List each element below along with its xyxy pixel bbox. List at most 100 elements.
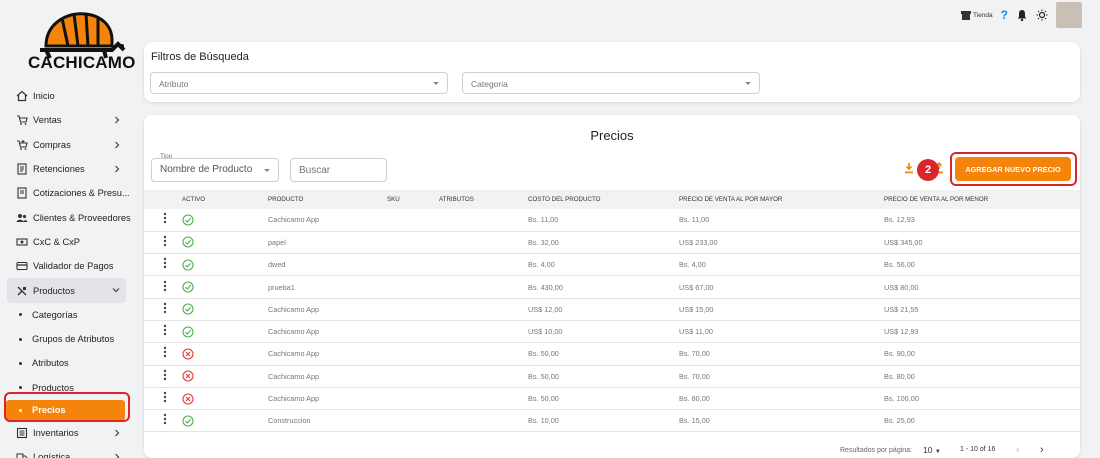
check-circle-icon — [182, 214, 194, 226]
active-status-cell — [182, 275, 268, 299]
kebab-menu-icon[interactable] — [163, 413, 167, 425]
active-status-cell — [182, 298, 268, 321]
cell-menor: US$ 12,93 — [884, 320, 1080, 344]
kebab-menu-icon[interactable] — [163, 212, 167, 224]
cell-mayor: US$ 15,00 — [679, 298, 884, 321]
active-status-cell — [182, 342, 268, 366]
prev-page-icon[interactable]: ‹ — [1016, 444, 1020, 456]
help-icon[interactable]: ? — [1001, 8, 1008, 22]
sidebar-item-categorias[interactable]: Categorías — [0, 303, 136, 327]
column-header-activo[interactable]: ACTIVO — [182, 190, 268, 209]
cell-mayor: Bs. 80,00 — [679, 387, 884, 411]
cell-atributos — [439, 409, 528, 433]
prices-table: ACTIVO PRODUCTO SKU ATRIBUTOS COSTO DEL … — [144, 190, 1080, 433]
kebab-menu-icon[interactable] — [163, 235, 167, 247]
cell-menor: US$ 345,00 — [884, 231, 1080, 255]
kebab-menu-icon[interactable] — [163, 257, 167, 269]
pagination-range: 1 - 10 of 16 — [960, 446, 996, 453]
row-menu-cell — [144, 253, 182, 277]
cell-costo: Bs. 10,00 — [528, 409, 679, 433]
chevron-down-icon — [112, 288, 120, 293]
chevron-down-icon — [745, 82, 751, 85]
chevron-down-icon — [433, 82, 439, 85]
sidebar-item-validador-de-pagos[interactable]: Validador de Pagos — [0, 254, 136, 278]
sidebar-item-inventarios[interactable]: Inventarios — [0, 421, 136, 445]
sidebar-item-cxc-cxp[interactable]: CxC & CxP — [0, 230, 136, 254]
chevron-right-icon — [115, 429, 120, 437]
cell-atributos — [439, 209, 528, 232]
sidebar-item-atributos[interactable]: Atributos — [0, 351, 136, 375]
sidebar-item-label: Validador de Pagos — [33, 261, 114, 272]
sidebar-item-label: CxC & CxP — [33, 236, 81, 247]
kebab-menu-icon[interactable] — [163, 391, 167, 403]
cell-atributos — [439, 253, 528, 277]
column-header-menor[interactable]: PRECIO DE VENTA AL POR MENOR — [884, 190, 1080, 209]
bell-icon[interactable] — [1016, 9, 1028, 21]
sidebar-item-logistica[interactable]: Logística — [0, 445, 136, 458]
sidebar-item-label: Clientes & Proveedores — [33, 212, 131, 223]
cell-menor: Bs. 90,00 — [884, 342, 1080, 366]
sidebar-item-ventas[interactable]: Ventas — [0, 108, 136, 132]
cell-menor: Bs. 100,00 — [884, 387, 1080, 411]
theme-sun-icon[interactable] — [1036, 9, 1048, 21]
sidebar-item-productos[interactable]: Productos — [7, 278, 126, 303]
add-price-button[interactable]: AGREGAR NUEVO PRECIO — [955, 157, 1071, 181]
sidebar-item-cotizaciones-presu[interactable]: Cotizaciones & Presu... — [0, 181, 136, 205]
document-icon — [17, 163, 27, 175]
column-header-actions — [144, 190, 182, 209]
table-header-row: ACTIVO PRODUCTO SKU ATRIBUTOS COSTO DEL … — [144, 190, 1080, 209]
sidebar-item-grupos-de-atributos[interactable]: Grupos de Atributos — [0, 327, 136, 351]
cell-sku — [387, 298, 439, 321]
column-header-sku[interactable]: SKU — [387, 190, 439, 209]
column-header-costo[interactable]: COSTO DEL PRODUCTO — [528, 190, 679, 209]
kebab-menu-icon[interactable] — [163, 369, 167, 381]
check-circle-icon — [182, 236, 194, 248]
cell-producto: prueba1 — [268, 275, 387, 299]
sidebar-item-label: Atributos — [32, 358, 69, 369]
chevron-right-icon — [115, 453, 120, 458]
next-page-icon[interactable]: › — [1040, 444, 1044, 456]
cell-producto: Cachicamo App — [268, 342, 387, 366]
table-row: Cachicamo App Bs. 50,00 Bs. 80,00 Bs. 100,0… — [144, 387, 1080, 411]
tipo-select[interactable]: Nombre de Producto — [151, 158, 279, 182]
kebab-menu-icon[interactable] — [163, 346, 167, 358]
column-header-atributos[interactable]: ATRIBUTOS — [439, 190, 528, 209]
kebab-menu-icon[interactable] — [163, 302, 167, 314]
column-header-producto[interactable]: PRODUCTO — [268, 190, 387, 209]
sidebar-item-clientes-proveedores[interactable]: Clientes & Proveedores — [0, 205, 136, 229]
cell-producto: dwed — [268, 253, 387, 277]
sidebar-item-label: Inventarios — [33, 428, 79, 438]
tipo-value: Nombre de Producto — [160, 164, 253, 175]
store-link[interactable]: Tienda — [961, 10, 993, 20]
kebab-menu-icon[interactable] — [163, 280, 167, 292]
sidebar-item-label: Cotizaciones & Presu... — [33, 188, 130, 199]
avatar[interactable] — [1056, 2, 1082, 28]
categoria-select[interactable]: Categoria — [462, 72, 760, 94]
cell-sku — [387, 320, 439, 344]
sidebar-item-label: Logística — [33, 452, 71, 458]
atributo-select[interactable]: Atributo — [150, 72, 448, 94]
cell-costo: Bs. 430,00 — [528, 275, 679, 299]
table-row: Construccion Bs. 10,00 Bs. 15,00 Bs. 25,00 — [144, 409, 1080, 433]
cell-costo: Bs. 50,00 — [528, 365, 679, 388]
pagination: Resultados por página: 10 ▼ 1 - 10 of 16… — [840, 444, 1080, 458]
cell-costo: US$ 12,00 — [528, 298, 679, 321]
column-header-mayor[interactable]: PRECIO DE VENTA AL POR MAYOR — [679, 190, 884, 209]
row-menu-cell — [144, 409, 182, 433]
kebab-menu-icon[interactable] — [163, 324, 167, 336]
money-icon — [16, 238, 28, 246]
table-row: Cachicamo App Bs. 50,00 Bs. 70,00 Bs. 90,00 — [144, 342, 1080, 366]
cell-costo: Bs. 50,00 — [528, 387, 679, 411]
sidebar-item-retenciones[interactable]: Retenciones — [0, 157, 136, 181]
table-row: Cachicamo App Bs. 50,00 Bs. 70,00 Bs. 80,00 — [144, 365, 1080, 388]
search-input[interactable] — [290, 158, 387, 182]
sidebar-item-compras[interactable]: Compras — [0, 133, 136, 157]
cart-icon — [17, 115, 28, 126]
bullet-icon — [19, 313, 22, 317]
check-circle-icon — [182, 326, 194, 338]
download-icon[interactable] — [904, 162, 914, 174]
cell-sku — [387, 209, 439, 232]
rows-per-page-select[interactable]: 10 ▼ — [923, 445, 941, 455]
table-row: Cachicamo App US$ 12,00 US$ 15,00 US$ 21,55 — [144, 298, 1080, 321]
sidebar-item-inicio[interactable]: Inicio — [0, 84, 136, 108]
